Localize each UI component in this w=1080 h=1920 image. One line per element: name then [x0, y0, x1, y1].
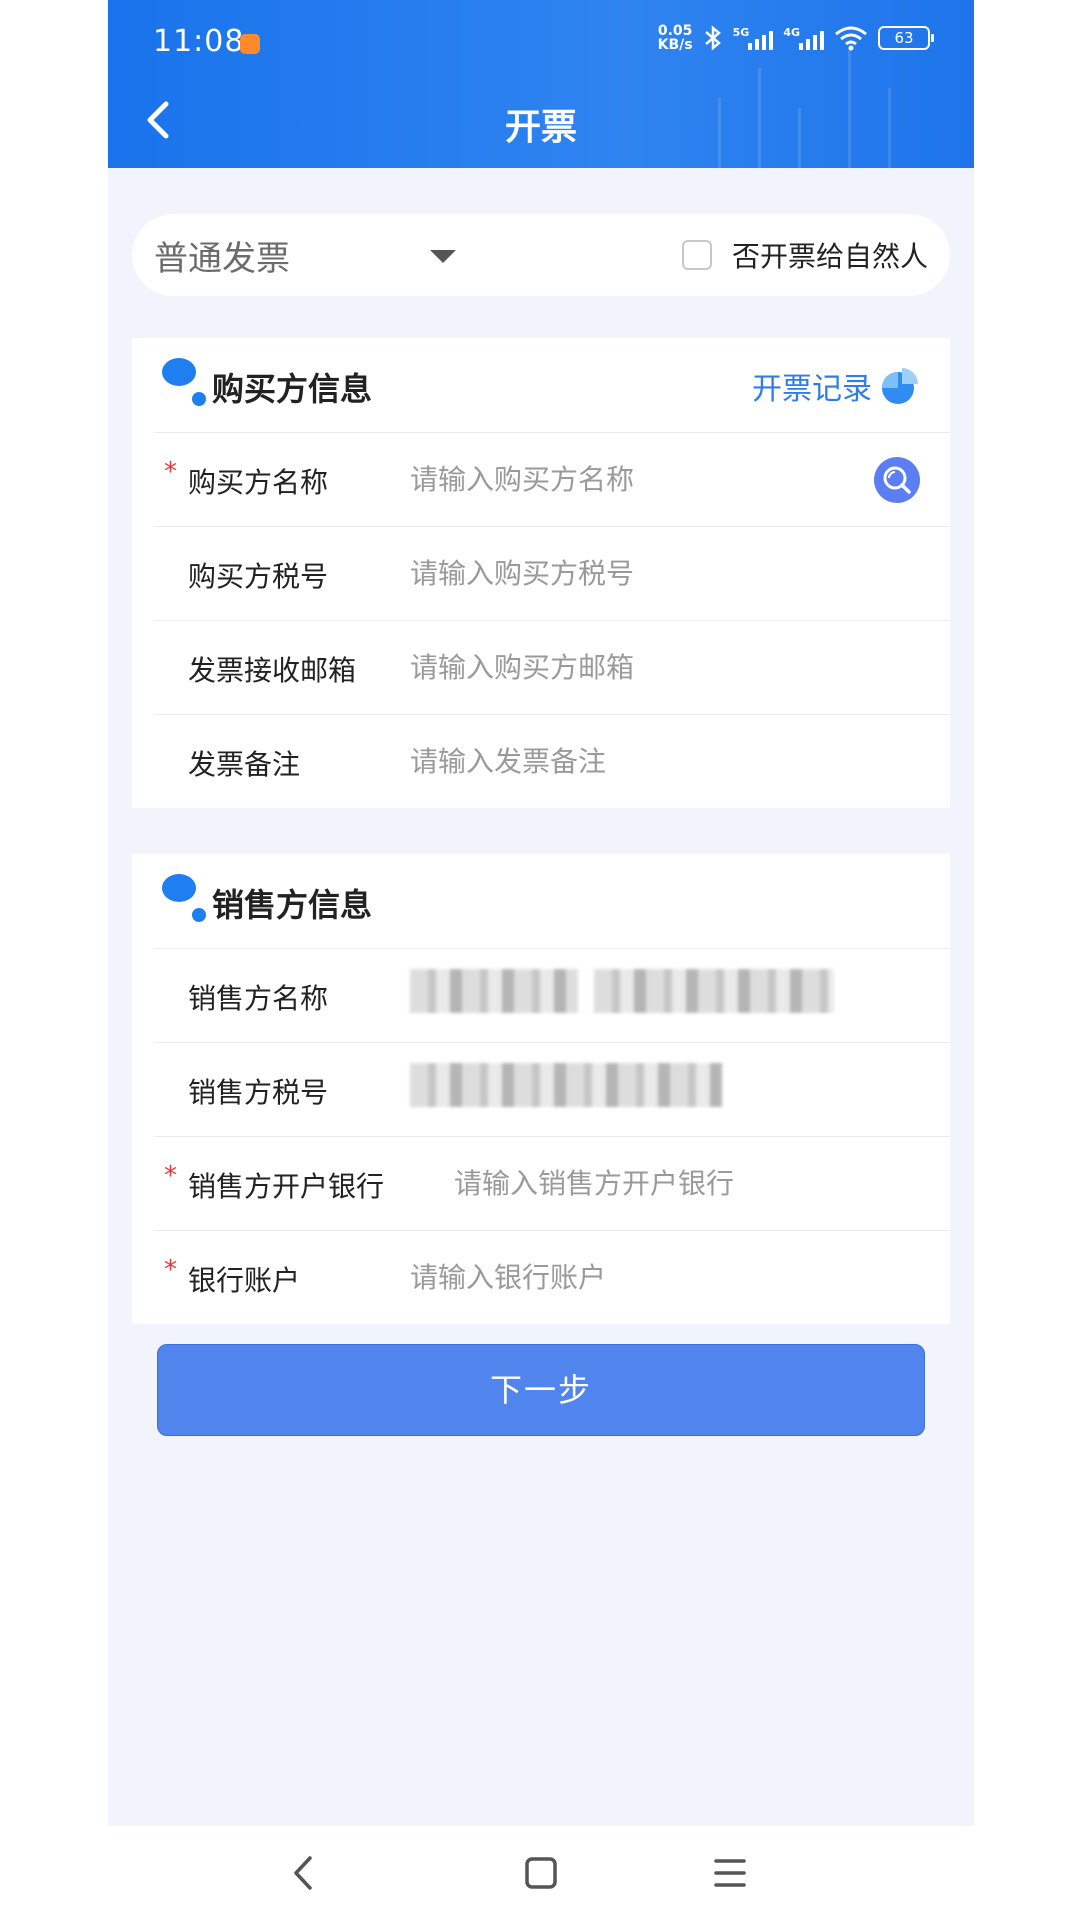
- redacted-seller-name: [410, 969, 578, 1013]
- invoice-record-label: 开票记录: [752, 372, 872, 407]
- signal-5g-label: 5G: [732, 26, 750, 39]
- buyer-name-row: * 购买方名称: [154, 433, 950, 527]
- buyer-name-label: 购买方名称: [188, 466, 329, 499]
- network-speed-value: 0.05: [657, 23, 693, 39]
- redacted-seller-name: [594, 969, 834, 1013]
- natural-person-checkbox[interactable]: [681, 240, 712, 270]
- chat-bubble-icon: [162, 358, 206, 408]
- bluetooth-icon: [704, 25, 721, 51]
- invoice-type-selected: 普通发票: [154, 238, 290, 279]
- system-home-button[interactable]: [511, 1848, 571, 1898]
- network-speed-unit: KB/s: [657, 37, 693, 53]
- invoice-record-link[interactable]: 开票记录: [752, 364, 920, 408]
- bank-account-input[interactable]: [410, 1249, 880, 1305]
- buyer-section-title: 购买方信息: [212, 370, 373, 408]
- buyer-tax-id-label: 购买方税号: [188, 560, 329, 593]
- buyer-tax-id-input[interactable]: [410, 545, 880, 601]
- search-icon: [883, 466, 911, 494]
- notification-app-icon: [240, 34, 260, 54]
- caret-down-icon: [430, 250, 456, 263]
- buyer-info-section: 购买方信息 开票记录 * 购买方名称 请输入购买方名称 购买方税号 请输入购买方…: [132, 338, 950, 808]
- chevron-left-icon: [294, 1856, 312, 1890]
- seller-tax-id-label: 销售方税号: [188, 1076, 329, 1109]
- app-screen: 11:08 0.05 KB/s 5G 4G 63 开票 普通发票 否开票给自然人…: [108, 0, 974, 1920]
- seller-section-header: 销售方信息: [154, 854, 950, 949]
- pie-chart-icon: [882, 368, 918, 404]
- seller-section-title: 销售方信息: [212, 886, 373, 924]
- square-icon: [525, 1857, 557, 1889]
- battery-icon: 63: [878, 26, 934, 50]
- buyer-name-input[interactable]: [410, 451, 880, 507]
- natural-person-label: 否开票给自然人: [731, 240, 928, 273]
- status-bar: 11:08 0.05 KB/s 5G 4G 63: [108, 0, 974, 84]
- required-mark: *: [164, 1255, 177, 1285]
- next-step-button[interactable]: 下一步: [157, 1344, 925, 1436]
- redacted-seller-tax-id: [410, 1063, 722, 1107]
- required-mark: *: [164, 457, 177, 487]
- natural-person-toggle[interactable]: 否开票给自然人: [681, 214, 928, 296]
- system-navigation-bar: [108, 1826, 974, 1920]
- app-header: 11:08 0.05 KB/s 5G 4G 63 开票: [108, 0, 974, 168]
- bank-account-label: 银行账户: [188, 1264, 301, 1297]
- invoice-remark-input[interactable]: [410, 733, 880, 789]
- status-time: 11:08: [153, 24, 245, 59]
- invoice-type-card: 普通发票 否开票给自然人: [132, 214, 950, 296]
- seller-bank-row: * 销售方开户银行: [154, 1137, 950, 1231]
- seller-name-row: 销售方名称: [154, 949, 950, 1043]
- seller-bank-input[interactable]: [454, 1155, 894, 1211]
- signal-4g-icon: 4G: [783, 26, 824, 50]
- seller-tax-id-row: 销售方税号: [154, 1043, 950, 1137]
- buyer-email-input[interactable]: [410, 639, 880, 695]
- signal-4g-label: 4G: [783, 26, 800, 39]
- wifi-icon: [835, 26, 867, 51]
- required-mark: *: [164, 1161, 177, 1191]
- buyer-section-header: 购买方信息 开票记录: [154, 338, 950, 433]
- invoice-remark-row: 发票备注: [154, 715, 950, 808]
- signal-5g-icon: 5G: [733, 26, 774, 50]
- chat-bubble-icon: [162, 874, 206, 924]
- invoice-type-dropdown[interactable]: 普通发票: [154, 214, 464, 296]
- status-indicators: 0.05 KB/s 5G 4G 63: [658, 24, 934, 52]
- menu-icon: [714, 1859, 746, 1887]
- page-title: 开票: [504, 107, 577, 148]
- seller-bank-label: 销售方开户银行: [188, 1170, 385, 1203]
- invoice-remark-label: 发票备注: [188, 748, 301, 781]
- bank-account-row: * 银行账户: [154, 1231, 950, 1324]
- system-menu-button[interactable]: [700, 1848, 760, 1898]
- seller-info-section: 销售方信息 销售方名称 销售方税号 * 销售方开户银行 * 银行账户: [132, 854, 950, 1324]
- buyer-email-label: 发票接收邮箱: [188, 654, 357, 687]
- system-back-button[interactable]: [274, 1848, 334, 1898]
- seller-name-label: 销售方名称: [188, 982, 329, 1015]
- buyer-search-button[interactable]: [874, 457, 920, 503]
- network-speed: 0.05 KB/s: [658, 24, 693, 52]
- buyer-email-row: 发票接收邮箱: [154, 621, 950, 715]
- buyer-tax-id-row: 购买方税号: [154, 527, 950, 621]
